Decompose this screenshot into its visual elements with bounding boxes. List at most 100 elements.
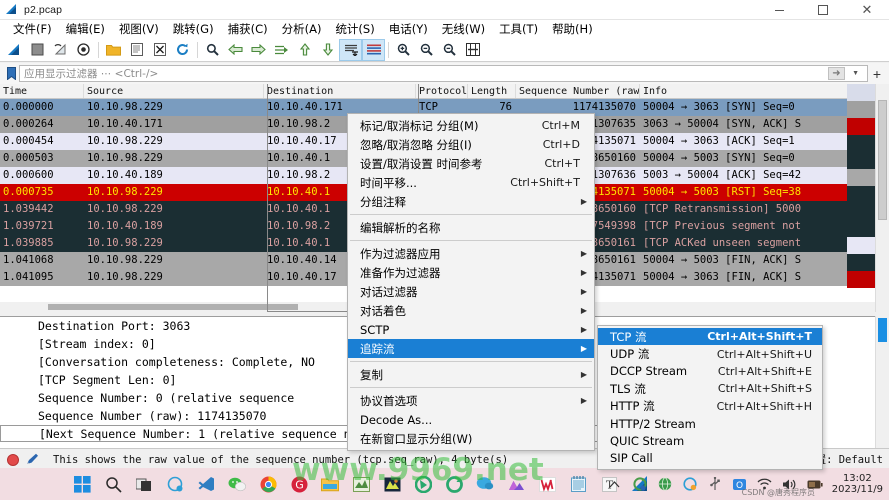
column-header-info[interactable]: Info <box>640 84 880 98</box>
windows-start-icon[interactable] <box>72 474 92 494</box>
packet-context-menu[interactable]: 标记/取消标记 分组(M)Ctrl+M忽略/取消忽略 分组(I)Ctrl+D设置… <box>347 113 595 451</box>
file-explorer-icon[interactable] <box>320 474 340 494</box>
context-menu-item[interactable]: 准备作为过滤器▶ <box>348 263 594 282</box>
zoom-reset-icon[interactable] <box>438 39 461 61</box>
packet-list-hscroll-thumb[interactable] <box>48 304 298 310</box>
follow-stream-menu-item[interactable]: HTTP 流Ctrl+Alt+Shift+H <box>598 398 822 415</box>
start-capture-icon[interactable] <box>3 39 26 61</box>
menu-wireless[interactable]: 无线(W) <box>435 20 492 38</box>
column-header-destination[interactable]: Destination <box>264 84 416 98</box>
chevron-up-icon[interactable] <box>607 476 623 492</box>
zoom-out-icon[interactable] <box>415 39 438 61</box>
follow-stream-menu-item[interactable]: HTTP/2 Stream <box>598 415 822 432</box>
vscode-icon[interactable] <box>196 474 216 494</box>
sync-tray-icon[interactable] <box>632 476 648 492</box>
menu-tools[interactable]: 工具(T) <box>492 20 545 38</box>
colorize-icon[interactable] <box>362 39 385 61</box>
capture-options-icon[interactable] <box>72 39 95 61</box>
close-file-icon[interactable] <box>148 39 171 61</box>
context-menu-item[interactable]: 分组注释▶ <box>348 192 594 211</box>
status-bar-profile[interactable]: 置: Default <box>816 452 883 467</box>
go-last-packet-icon[interactable] <box>316 39 339 61</box>
chrome-icon[interactable] <box>258 474 278 494</box>
restart-capture-icon[interactable] <box>49 39 72 61</box>
globe-tray-icon[interactable] <box>657 476 673 492</box>
menu-analyze[interactable]: 分析(A) <box>275 20 329 38</box>
apply-filter-icon[interactable]: ➜ <box>828 67 845 80</box>
mountain-app-icon[interactable] <box>506 474 526 494</box>
menu-go[interactable]: 跳转(G) <box>166 20 221 38</box>
open-file-icon[interactable] <box>102 39 125 61</box>
context-menu-item[interactable]: 在新窗口显示分组(W) <box>348 429 594 448</box>
menu-statistics[interactable]: 统计(S) <box>328 20 381 38</box>
context-menu-item[interactable]: 编辑解析的名称 <box>348 218 594 237</box>
detail-vscrollbar[interactable] <box>875 316 889 448</box>
360-tray-icon[interactable] <box>682 476 698 492</box>
go-back-icon[interactable] <box>224 39 247 61</box>
context-menu-item[interactable]: 标记/取消标记 分组(M)Ctrl+M <box>348 116 594 135</box>
packet-list-vscrollbar[interactable] <box>875 84 889 312</box>
bookmark-icon[interactable] <box>3 65 19 82</box>
column-header-source[interactable]: Source <box>84 84 264 98</box>
zoom-in-icon[interactable] <box>392 39 415 61</box>
column-header-length[interactable]: Length <box>468 84 516 98</box>
context-menu-item[interactable]: 时间平移...Ctrl+Shift+T <box>348 173 594 192</box>
context-menu-item[interactable]: 设置/取消设置 时间参考Ctrl+T <box>348 154 594 173</box>
packet-comment-icon[interactable] <box>26 453 39 466</box>
context-menu-item[interactable]: 协议首选项▶ <box>348 391 594 410</box>
expert-info-icon[interactable] <box>7 454 19 466</box>
follow-stream-submenu[interactable]: TCP 流Ctrl+Alt+Shift+TUDP 流Ctrl+Alt+Shift… <box>597 325 823 470</box>
search-icon[interactable] <box>103 474 123 494</box>
dingtalk-icon[interactable] <box>475 474 495 494</box>
maximize-button[interactable] <box>801 0 845 20</box>
menu-view[interactable]: 视图(V) <box>112 20 166 38</box>
context-menu-item[interactable]: 忽略/取消忽略 分组(I)Ctrl+D <box>348 135 594 154</box>
context-menu-item[interactable]: SCTP▶ <box>348 320 594 339</box>
context-menu-item[interactable]: 追踪流▶ <box>348 339 594 358</box>
context-menu-item[interactable]: 作为过滤器应用▶ <box>348 244 594 263</box>
column-header-sequence[interactable]: Sequence Number (raw) <box>516 84 640 98</box>
follow-stream-menu-item[interactable]: DCCP StreamCtrl+Alt+Shift+E <box>598 363 822 380</box>
follow-stream-menu-item[interactable]: SIP Call <box>598 450 822 467</box>
sync-icon[interactable] <box>444 474 464 494</box>
menu-edit[interactable]: 编辑(E) <box>59 20 112 38</box>
minimize-button[interactable] <box>757 0 801 20</box>
follow-stream-menu-item[interactable]: UDP 流Ctrl+Alt+Shift+U <box>598 345 822 362</box>
follow-stream-menu-item[interactable]: TCP 流Ctrl+Alt+Shift+T <box>598 328 822 345</box>
follow-stream-menu-item[interactable]: QUIC Stream <box>598 432 822 449</box>
column-header-protocol[interactable]: Protocol <box>416 84 468 98</box>
usb-tray-icon[interactable] <box>707 476 723 492</box>
find-packet-icon[interactable] <box>201 39 224 61</box>
context-menu-item[interactable]: 复制▶ <box>348 365 594 384</box>
go-first-packet-icon[interactable] <box>293 39 316 61</box>
menu-file[interactable]: 文件(F) <box>6 20 59 38</box>
go-to-packet-icon[interactable] <box>270 39 293 61</box>
vmware-icon[interactable] <box>351 474 371 494</box>
go-forward-icon[interactable] <box>247 39 270 61</box>
follow-stream-menu-item[interactable]: TLS 流Ctrl+Alt+Shift+S <box>598 380 822 397</box>
context-menu-item[interactable]: 对话着色▶ <box>348 301 594 320</box>
close-button[interactable]: ✕ <box>845 0 889 20</box>
save-file-icon[interactable] <box>125 39 148 61</box>
packet-list-vscroll-thumb[interactable] <box>878 100 887 220</box>
notepad-icon[interactable] <box>568 474 588 494</box>
360-browser-icon[interactable]: G <box>289 474 309 494</box>
photoshop-icon[interactable] <box>382 474 402 494</box>
chevron-down-icon[interactable]: ▼ <box>852 70 859 77</box>
stop-capture-icon[interactable] <box>26 39 49 61</box>
reload-file-icon[interactable] <box>171 39 194 61</box>
context-menu-item[interactable]: 对话过滤器▶ <box>348 282 594 301</box>
context-menu-item[interactable]: Decode As... <box>348 410 594 429</box>
display-filter-input[interactable]: 应用显示过滤器 ⋯ <Ctrl-/> ➜ ▼ <box>19 65 868 82</box>
resize-columns-icon[interactable] <box>461 39 484 61</box>
auto-scroll-icon[interactable] <box>339 39 362 61</box>
add-filter-button-icon[interactable]: + <box>868 66 886 82</box>
recycle-icon[interactable] <box>413 474 433 494</box>
taskbar-clock[interactable]: 13:02 2023/11/9 <box>832 473 883 495</box>
menu-help[interactable]: 帮助(H) <box>545 20 600 38</box>
detail-vscroll-thumb[interactable] <box>878 318 887 342</box>
task-view-icon[interactable] <box>134 474 154 494</box>
menu-capture[interactable]: 捕获(C) <box>221 20 275 38</box>
wps-icon[interactable] <box>537 474 557 494</box>
column-header-time[interactable]: Time <box>0 84 84 98</box>
